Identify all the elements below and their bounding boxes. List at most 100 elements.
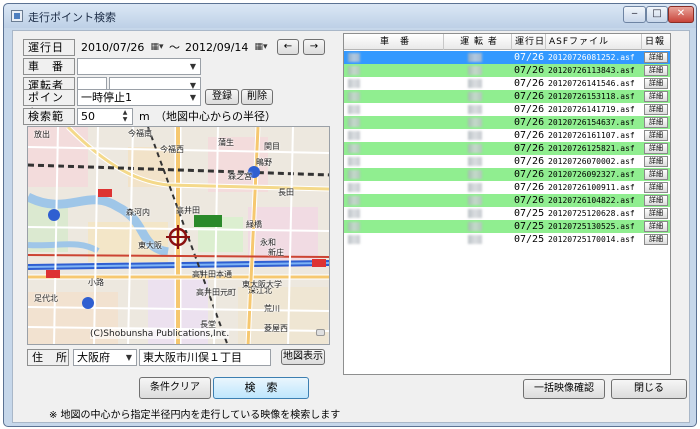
search-button[interactable]: 検 索 <box>213 377 309 399</box>
table-row[interactable]: 07/25 20120725120628.asf 詳細 <box>344 207 670 220</box>
range-unit: m <box>139 110 150 123</box>
report-detail-button[interactable]: 詳細 <box>644 52 668 63</box>
map-label: 高井田 <box>176 206 200 215</box>
register-button[interactable]: 登録 <box>205 89 239 105</box>
driver-cell <box>468 181 508 194</box>
vehicle-cell <box>348 194 438 207</box>
clear-conditions-button[interactable]: 条件クリア <box>139 377 211 399</box>
table-row[interactable]: 07/26 20120726092327.asf 詳細 <box>344 168 670 181</box>
address-label: 住 所 <box>27 349 69 366</box>
table-row[interactable]: 07/26 20120726104822.asf 詳細 <box>344 194 670 207</box>
date-to-field[interactable]: 2012/09/14 <box>185 39 257 56</box>
report-detail-button[interactable]: 詳細 <box>644 130 668 141</box>
table-row[interactable]: 07/26 20120726141719.asf 詳細 <box>344 103 670 116</box>
report-detail-button[interactable]: 詳細 <box>644 234 668 245</box>
date-from-field[interactable]: 2010/07/26 <box>81 39 153 56</box>
spinner-icon[interactable]: ▲ ▼ <box>118 109 132 124</box>
app-window: 走行ポイント検索 ‒ □ ✕ 運行日 2010/07/26 ▦▾ ～ 2012/… <box>3 3 697 427</box>
asf-file-cell: 20120726070002.asf <box>548 157 635 166</box>
next-button[interactable]: → <box>303 39 325 55</box>
report-detail-button[interactable]: 詳細 <box>644 104 668 115</box>
header-asf-file[interactable]: ASFファイル <box>546 34 642 50</box>
vehicle-cell <box>348 77 438 90</box>
point-combo[interactable]: 一時停止1 ▼ <box>77 89 201 106</box>
map-label: 今福南 <box>128 129 152 138</box>
chevron-down-icon[interactable]: ▼ <box>186 90 200 105</box>
table-row[interactable]: 07/26 20120726100911.asf 詳細 <box>344 181 670 194</box>
header-date[interactable]: 運行日 <box>512 34 546 50</box>
driver-cell <box>468 155 508 168</box>
report-detail-button[interactable]: 詳細 <box>644 156 668 167</box>
table-row[interactable]: 07/26 20120726113843.asf 詳細 <box>344 64 670 77</box>
search-note: ※ 地図の中心から指定半径円内を走行している映像を検索します <box>49 410 341 421</box>
date-cell: 07/25 <box>514 234 545 245</box>
map-label: 新庄 <box>268 248 284 257</box>
close-window-button[interactable]: ✕ <box>668 6 694 23</box>
asf-file-cell: 20120725120628.asf <box>548 209 635 218</box>
vehicle-cell <box>348 116 438 129</box>
map-view[interactable]: 放出 今福南 今福西 蒲生 関目 鴫野 森河内 高井田 長田 永和 東大阪 深江北 高井田元町 足代北 長堂… <box>27 126 330 345</box>
report-detail-button[interactable]: 詳細 <box>644 195 668 206</box>
date-separator: ～ <box>169 41 180 54</box>
header-report[interactable]: 日報 <box>642 34 670 50</box>
date-cell: 07/26 <box>514 130 545 141</box>
delete-button[interactable]: 削除 <box>241 89 273 105</box>
calendar-icon[interactable]: ▦▾ <box>149 40 165 55</box>
prev-button[interactable]: ← <box>277 39 299 55</box>
vehicle-cell <box>348 168 438 181</box>
table-row[interactable]: 07/25 20120725170014.asf 詳細 <box>344 233 670 246</box>
point-value: 一時停止1 <box>81 91 132 104</box>
map-label: 放出 <box>34 130 50 139</box>
results-table[interactable]: 車 番 運 転 者 運行日 ASFファイル 日報 07/26 2012072608… <box>343 33 671 375</box>
vehicle-combo[interactable]: ▼ <box>77 58 201 75</box>
map-label: 荒川 <box>264 304 280 313</box>
calendar-icon[interactable]: ▦▾ <box>253 40 269 55</box>
maximize-button[interactable]: □ <box>646 6 668 23</box>
asf-file-cell: 20120726125821.asf <box>548 144 635 153</box>
map-label: 高井田元町 <box>196 288 236 297</box>
report-detail-button[interactable]: 詳細 <box>644 208 668 219</box>
chevron-down-icon[interactable]: ▼ <box>122 350 136 365</box>
show-map-button[interactable]: 地図表示 <box>281 349 325 365</box>
date-cell: 07/26 <box>514 195 545 206</box>
report-detail-button[interactable]: 詳細 <box>644 169 668 180</box>
driver-cell <box>468 51 508 64</box>
driver-cell <box>468 77 508 90</box>
chevron-down-icon[interactable]: ▼ <box>186 59 200 74</box>
driver-cell <box>468 207 508 220</box>
table-row[interactable]: 07/26 20120726161107.asf 詳細 <box>344 129 670 142</box>
header-driver[interactable]: 運 転 者 <box>444 34 512 50</box>
table-row[interactable]: 07/26 20120726141546.asf 詳細 <box>344 77 670 90</box>
date-cell: 07/26 <box>514 104 545 115</box>
map-label: 足代北 <box>34 294 58 303</box>
header-vehicle[interactable]: 車 番 <box>344 34 444 50</box>
range-note: （地図中心からの半径） <box>155 110 276 123</box>
report-detail-button[interactable]: 詳細 <box>644 91 668 102</box>
table-row[interactable]: 07/25 20120725130525.asf 詳細 <box>344 220 670 233</box>
table-row[interactable]: 07/26 20120726081252.asf 詳細 <box>344 51 670 64</box>
map-zoom-slider[interactable] <box>316 329 325 336</box>
report-detail-button[interactable]: 詳細 <box>644 221 668 232</box>
driver-cell <box>468 233 508 246</box>
report-detail-button[interactable]: 詳細 <box>644 65 668 76</box>
close-button[interactable]: 閉じる <box>611 379 687 399</box>
table-row[interactable]: 07/26 20120726154637.asf 詳細 <box>344 116 670 129</box>
batch-video-confirm-button[interactable]: 一括映像確認 <box>523 379 605 399</box>
report-detail-button[interactable]: 詳細 <box>644 182 668 193</box>
report-detail-button[interactable]: 詳細 <box>644 143 668 154</box>
vehicle-cell <box>348 181 438 194</box>
prefecture-combo[interactable]: 大阪府 ▼ <box>73 349 137 366</box>
city-field[interactable]: 東大阪市川俣１丁目 <box>139 349 271 366</box>
table-row[interactable]: 07/26 20120726070002.asf 詳細 <box>344 155 670 168</box>
report-detail-button[interactable]: 詳細 <box>644 78 668 89</box>
asf-file-cell: 20120726104822.asf <box>548 196 635 205</box>
minimize-button[interactable]: ‒ <box>623 6 646 23</box>
table-row[interactable]: 07/26 20120726125821.asf 詳細 <box>344 142 670 155</box>
map-label: 森之宮 <box>228 172 252 181</box>
report-detail-button[interactable]: 詳細 <box>644 117 668 128</box>
range-input[interactable]: 50 ▲ ▼ <box>77 108 133 125</box>
asf-file-cell: 20120726153118.asf <box>548 92 635 101</box>
map-copyright: (C)Shobunsha Publications,Inc. <box>90 329 230 339</box>
table-row[interactable]: 07/26 20120726153118.asf 詳細 <box>344 90 670 103</box>
map-label: 東大阪 <box>138 241 162 250</box>
